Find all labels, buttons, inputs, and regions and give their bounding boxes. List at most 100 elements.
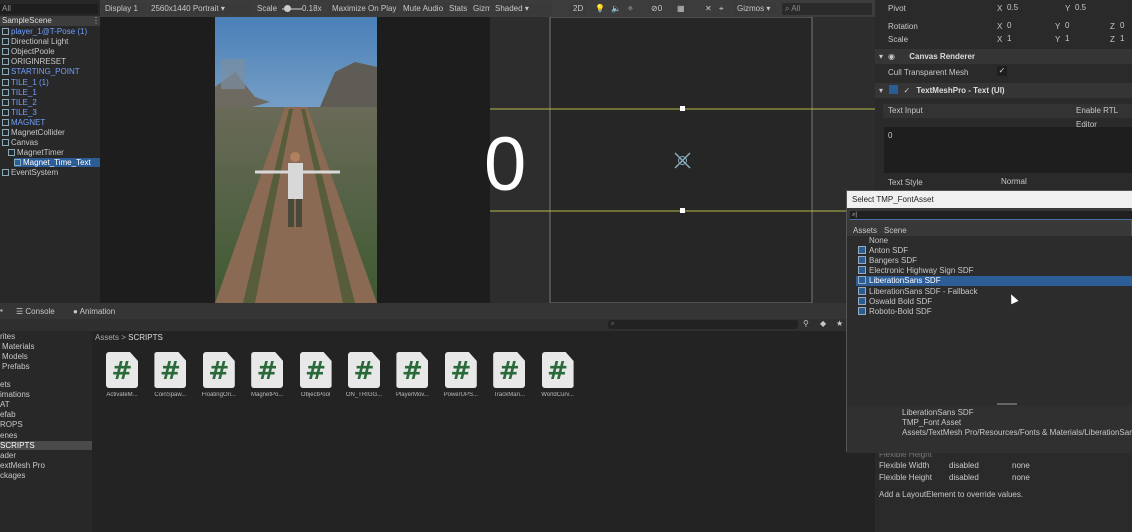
font-list-item[interactable]: None	[856, 236, 1132, 246]
cs-script-icon[interactable]: #	[202, 352, 235, 388]
grid-icon[interactable]: ▦	[674, 3, 688, 15]
cs-script-icon[interactable]: #	[493, 352, 526, 388]
splitter[interactable]	[997, 403, 1017, 405]
rotation-z-field[interactable]: 0	[1117, 20, 1132, 31]
font-list-item[interactable]: Bangers SDF	[856, 256, 1132, 266]
cs-script-icon[interactable]: #	[396, 352, 429, 388]
pivot-x-field[interactable]: 0.5	[1004, 2, 1059, 13]
hierarchy-item[interactable]: TILE_1 (1)	[2, 78, 100, 87]
hierarchy-item[interactable]: MagnetTimer	[8, 148, 100, 157]
breadcrumb-root[interactable]: Assets	[95, 333, 119, 342]
tmp-component-header[interactable]: ▾ ✓ TextMeshPro - Text (UI)	[875, 83, 1132, 98]
cs-script-icon[interactable]: #	[299, 352, 332, 388]
2d-toggle[interactable]: 2D	[570, 3, 587, 15]
flexible-height-value-2[interactable]: none	[1012, 473, 1030, 482]
hierarchy-item[interactable]: player_1@T-Pose (1)	[2, 27, 100, 36]
scene-search[interactable]: ⌕ All	[782, 3, 872, 15]
scale-z-field[interactable]: 1	[1117, 33, 1132, 44]
assets-folder-item[interactable]: SCRIPTS	[0, 440, 92, 450]
favorites-item[interactable]: Prefabs	[2, 362, 30, 371]
flexible-height-value[interactable]: disabled	[949, 473, 979, 482]
project-search[interactable]: ⌕	[608, 320, 798, 329]
tools-icon[interactable]: ✕	[702, 3, 715, 15]
animation-tab[interactable]: ● Animation	[73, 307, 115, 316]
resolution-dropdown[interactable]: 2560x1440 Portrait ▾	[148, 3, 252, 15]
cs-script-icon[interactable]: #	[106, 352, 138, 388]
audio-icon[interactable]: 🔈	[608, 3, 624, 15]
effects-icon[interactable]: ✧	[624, 3, 637, 15]
enable-checkbox[interactable]: ✓	[903, 86, 910, 95]
favorite-icon[interactable]: ★	[836, 319, 843, 328]
kebab-menu-icon[interactable]: ⋮	[92, 16, 100, 26]
mute-audio-button[interactable]: Mute Audio	[400, 3, 447, 15]
scale-slider[interactable]: Scale 0.18x	[254, 3, 324, 15]
display-dropdown[interactable]: Display 1 ▾	[102, 3, 146, 25]
text-input-area[interactable]: 0	[884, 127, 1132, 173]
cs-script-icon[interactable]: #	[251, 352, 284, 388]
maximize-on-play-button[interactable]: Maximize On Play	[329, 3, 400, 15]
hierarchy-search[interactable]: All	[0, 4, 98, 14]
flexible-width-value[interactable]: disabled	[949, 461, 979, 470]
console-tab[interactable]: ☰ Console	[16, 307, 55, 316]
cs-script-icon[interactable]: #	[541, 352, 574, 388]
tab-assets[interactable]: Assets	[853, 226, 877, 235]
favorites-item[interactable]: Materials	[2, 342, 34, 351]
favorites-item[interactable]: rites	[0, 332, 15, 341]
font-list-item[interactable]: Oswald Bold SDF	[856, 296, 1132, 307]
assets-folder-item[interactable]: ROPS	[0, 420, 92, 429]
assets-folder-item[interactable]: AT	[0, 400, 92, 409]
tab-scene[interactable]: Scene	[884, 226, 907, 235]
font-picker-search[interactable]: ⌕|	[850, 211, 1132, 220]
game-view[interactable]	[100, 17, 490, 303]
flexible-width-value-2[interactable]: none	[1012, 461, 1030, 470]
hierarchy-item[interactable]: ObjectPoole	[2, 47, 100, 56]
assets-folder-item[interactable]: extMesh Pro	[0, 461, 92, 470]
hierarchy-item[interactable]: EventSystem	[2, 168, 100, 177]
font-list-item[interactable]: Roboto-Bold SDF	[856, 306, 1132, 317]
font-list-item[interactable]: LiberationSans SDF	[856, 276, 1132, 287]
breadcrumb-current[interactable]: SCRIPTS	[128, 333, 163, 342]
font-list-item[interactable]: Anton SDF	[856, 246, 1132, 256]
label-icon[interactable]: ◆	[820, 319, 826, 328]
hierarchy-item[interactable]: TILE_1	[2, 88, 100, 97]
assets-folder-item[interactable]: ckages	[0, 471, 92, 480]
scene-header[interactable]: SampleScene	[0, 16, 100, 26]
hierarchy-item[interactable]: TILE_3	[2, 108, 100, 117]
camera-icon[interactable]: ⌖	[716, 3, 727, 15]
hidden-objects-icon[interactable]: ⊘0	[648, 3, 665, 15]
hierarchy-item[interactable]: TILE_2	[2, 98, 100, 107]
text-style-dropdown[interactable]: Normal	[998, 176, 1132, 187]
rotation-x-field[interactable]: 0	[1004, 20, 1059, 31]
cs-script-icon[interactable]: #	[154, 352, 187, 388]
scale-x-field[interactable]: 1	[1004, 33, 1059, 44]
hierarchy-item[interactable]: ORIGINRESET	[2, 57, 100, 66]
cull-checkbox[interactable]: ✓	[997, 66, 1007, 76]
light-icon[interactable]: 💡	[592, 3, 608, 15]
assets-folder-item[interactable]: imations	[0, 390, 92, 399]
canvas-renderer-header[interactable]: ▾ ◉ Canvas Renderer	[875, 49, 1132, 64]
hierarchy-item[interactable]: Directional Light	[2, 37, 100, 46]
assets-folder-item[interactable]: enes	[0, 431, 92, 440]
assets-folder-item[interactable]: efab	[0, 410, 92, 419]
hierarchy-item[interactable]: STARTING_POINT	[2, 67, 100, 76]
scene-view[interactable]: 0	[484, 17, 875, 303]
font-list-item[interactable]: Electronic Highway Sign SDF	[856, 266, 1132, 276]
project-tab[interactable]: ▪	[0, 306, 3, 315]
stats-button[interactable]: Stats	[446, 3, 471, 15]
shading-dropdown[interactable]: Shaded ▾	[492, 3, 552, 15]
cs-script-icon[interactable]: #	[348, 352, 380, 388]
favorites-item[interactable]: Models	[2, 352, 28, 361]
cs-script-icon[interactable]: #	[444, 352, 477, 388]
filter-icon[interactable]: ⚲	[803, 319, 809, 328]
hierarchy-item[interactable]: MagnetCollider	[2, 128, 100, 137]
rotation-y-field[interactable]: 0	[1062, 20, 1107, 31]
scale-y-field[interactable]: 1	[1062, 33, 1107, 44]
assets-folder-item[interactable]: ader	[0, 451, 92, 460]
hierarchy-item[interactable]: Magnet_Time_Text	[14, 158, 100, 168]
font-list-item[interactable]: LiberationSans SDF - Fallback	[856, 286, 1132, 297]
hierarchy-item[interactable]: Canvas	[2, 138, 100, 147]
gizmos-dropdown[interactable]: Gizmos ▾	[734, 3, 776, 15]
pivot-y-field[interactable]: 0.5	[1072, 2, 1127, 13]
hierarchy-item[interactable]: MAGNET	[2, 118, 100, 127]
assets-folder-item[interactable]: ets	[0, 380, 92, 389]
